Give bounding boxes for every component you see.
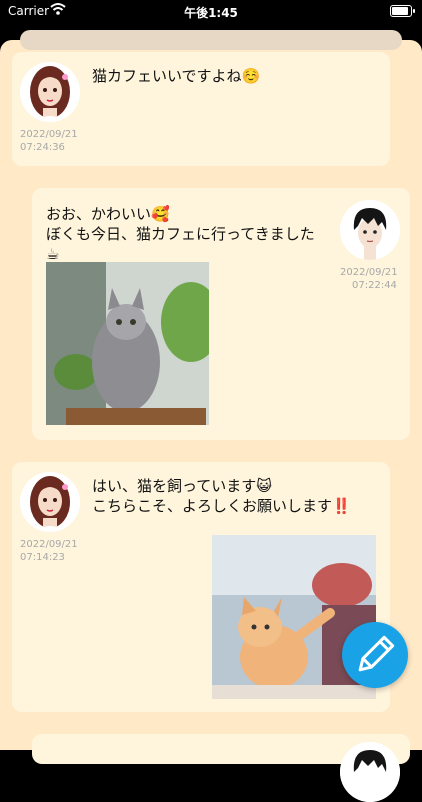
- grey-longhair-cat-photo[interactable]: [46, 262, 209, 425]
- clock: 午後1:45: [184, 6, 238, 20]
- sheet-grabber: [20, 30, 402, 50]
- message-date: 2022/09/21: [20, 539, 78, 550]
- message-card[interactable]: はい、猫を飼っています😺 こちらこそ、よろしくお願いします‼️ 2022/09/…: [12, 462, 390, 712]
- male-avatar[interactable]: [340, 742, 400, 802]
- female-avatar[interactable]: [20, 62, 80, 122]
- message-time: 07:24:36: [20, 142, 65, 153]
- message-time: 07:22:44: [352, 280, 397, 291]
- female-avatar[interactable]: [20, 472, 80, 532]
- message-text: おお、かわいい🥰 ぼくも今日、猫カフェに行ってきました☕: [46, 205, 315, 263]
- pencil-icon: [358, 635, 395, 672]
- message-text: はい、猫を飼っています😺 こちらこそ、よろしくお願いします‼️: [92, 477, 351, 515]
- message-card[interactable]: おお、かわいい🥰 ぼくも今日、猫カフェに行ってきました☕ 2022/09/21 …: [32, 188, 410, 440]
- status-bar: Carrier 午後1:45: [0, 0, 422, 24]
- message-date: 2022/09/21: [340, 267, 398, 278]
- male-avatar[interactable]: [340, 200, 400, 260]
- message-card[interactable]: 猫カフェいいですよね☺️ 2022/09/21 07:24:36: [12, 52, 390, 166]
- message-date: 2022/09/21: [20, 129, 78, 140]
- message-card[interactable]: [32, 734, 410, 802]
- compose-button[interactable]: [342, 622, 408, 688]
- message-text: 猫カフェいいですよね☺️: [92, 67, 261, 85]
- battery-icon: [390, 5, 415, 17]
- message-time: 07:14:23: [20, 552, 65, 563]
